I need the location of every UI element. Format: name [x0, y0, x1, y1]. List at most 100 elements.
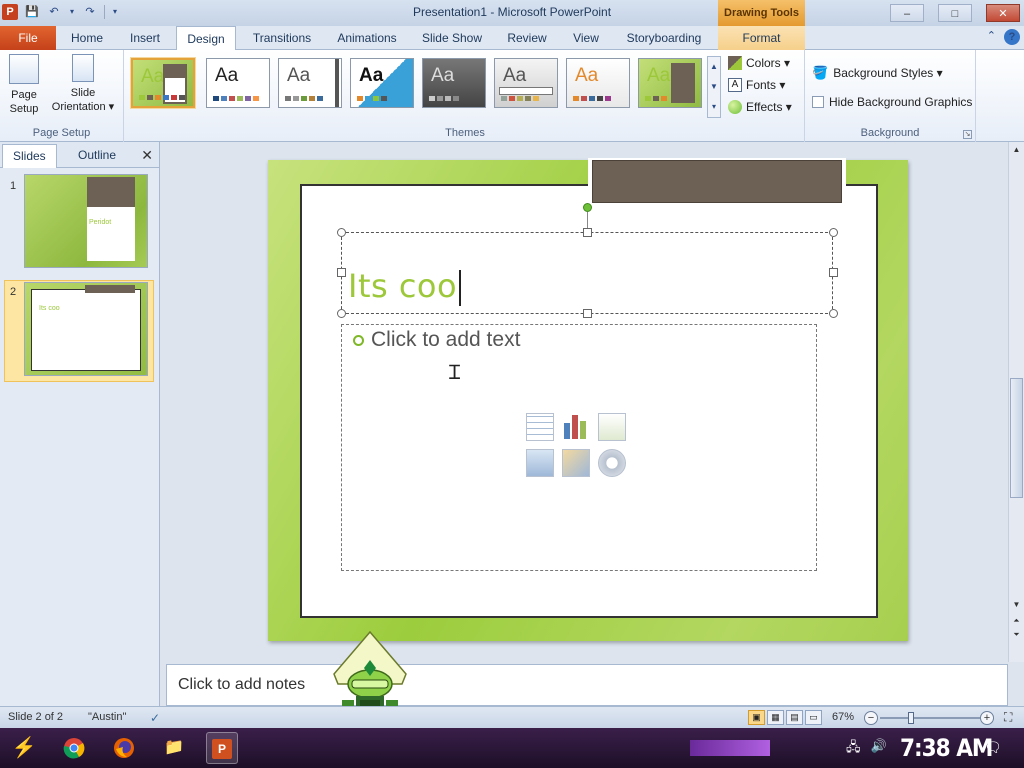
tab-slides[interactable]: Slides [2, 144, 57, 168]
tab-animations[interactable]: Animations [330, 26, 404, 50]
powerpoint-taskbar-icon[interactable]: P [206, 732, 238, 764]
maximize-button[interactable]: □ [938, 4, 972, 22]
tab-format[interactable]: Format [718, 26, 805, 50]
zoom-in-icon[interactable]: + [980, 711, 994, 725]
theme-office[interactable]: Aa [206, 58, 270, 108]
insert-table-icon[interactable] [526, 413, 554, 441]
tab-transitions[interactable]: Transitions [244, 26, 320, 50]
tab-outline[interactable]: Outline [68, 144, 126, 168]
slide-counter[interactable]: Slide 2 of 2 [8, 711, 63, 723]
bullet-icon [353, 335, 364, 346]
hide-background-graphics-checkbox[interactable]: Hide Background Graphics [812, 93, 972, 111]
resize-handle-bl[interactable] [337, 309, 346, 318]
resize-handle-r[interactable] [829, 268, 838, 277]
thumb1-caption: Peridot [89, 219, 112, 226]
tab-storyboarding[interactable]: Storyboarding [618, 26, 710, 50]
network-icon[interactable]: 🖧 [846, 738, 861, 760]
resize-handle-t[interactable] [583, 228, 592, 237]
spelling-check-icon[interactable]: ✓ [150, 711, 160, 725]
hide-bg-checkbox-box[interactable] [812, 96, 824, 108]
slide-show-icon[interactable]: ▭ [805, 710, 822, 725]
slide-title-text[interactable]: Its coo [348, 267, 462, 306]
minimize-ribbon-icon[interactable]: ⌃ [987, 29, 996, 45]
resize-handle-b[interactable] [583, 309, 592, 318]
tab-home[interactable]: Home [64, 26, 110, 50]
close-button[interactable]: ✕ [986, 4, 1020, 22]
tab-insert[interactable]: Insert [120, 26, 170, 50]
tab-review[interactable]: Review [500, 26, 554, 50]
file-explorer-icon[interactable]: 📁 [158, 732, 190, 764]
close-panel-icon[interactable]: ✕ [141, 147, 153, 164]
powerpoint-taskbar-letter: P [212, 739, 232, 759]
insert-clip-art-icon[interactable] [562, 449, 590, 477]
slide-number-1: 1 [10, 180, 17, 192]
effects-button[interactable]: Effects ▾ [728, 98, 792, 116]
themes-gallery-scroll[interactable]: ▲ ▼ ▾ [707, 56, 721, 118]
volume-icon[interactable]: 🔊 [871, 738, 887, 760]
tab-view[interactable]: View [562, 26, 610, 50]
theme-austin-alt[interactable]: Aa [638, 58, 702, 108]
notifications-icon[interactable]: 🗨 [984, 739, 1002, 756]
paint-bucket-icon: 🪣 [812, 65, 829, 80]
zoom-out-icon[interactable]: − [864, 711, 878, 725]
theme-austin[interactable]: Aa [131, 58, 195, 108]
scroll-thumb[interactable] [1010, 378, 1023, 498]
next-slide-icon[interactable]: ⏷ [1009, 628, 1024, 642]
zoom-slider[interactable] [880, 717, 980, 719]
scroll-up-icon[interactable]: ▲ [1009, 142, 1024, 158]
zoom-level[interactable]: 67% [832, 711, 854, 723]
clock[interactable]: 7:38 AM [900, 734, 993, 762]
insert-picture-icon[interactable] [526, 449, 554, 477]
theme-sample-label: Aa [431, 65, 455, 86]
theme-apex[interactable]: Aa [422, 58, 486, 108]
firefox-icon[interactable] [108, 732, 140, 764]
theme-angles[interactable]: Aa [350, 58, 414, 108]
thumb2-panel [31, 289, 141, 371]
slide-orientation-button[interactable]: Slide Orientation ▾ [46, 54, 120, 114]
system-tray: 🖧 🔊 [846, 738, 887, 760]
slide-thumbnail-1[interactable]: Peridot [24, 174, 148, 268]
help-icon[interactable]: ? [1004, 29, 1020, 45]
insert-chart-icon[interactable] [562, 413, 590, 441]
theme-name[interactable]: "Austin" [88, 711, 126, 723]
tab-file[interactable]: File [0, 26, 56, 50]
normal-view-icon[interactable]: ▣ [748, 710, 765, 725]
background-dialog-launcher[interactable]: ↘ [963, 130, 972, 139]
insert-smartart-icon[interactable] [598, 413, 626, 441]
effects-icon [728, 100, 742, 114]
scroll-down-icon[interactable]: ▼ [1009, 598, 1024, 612]
theme-aspect[interactable]: Aa [566, 58, 630, 108]
theme-adjacency[interactable]: Aa [278, 58, 342, 108]
notes-placeholder: Click to add notes [178, 676, 306, 693]
slide-sorter-icon[interactable]: ▦ [767, 710, 784, 725]
colors-button[interactable]: Colors ▾ [728, 54, 790, 72]
status-bar: Slide 2 of 2 "Austin" ✓ ▣ ▦ ▤ ▭ 67% − + … [0, 706, 1024, 728]
resize-handle-tl[interactable] [337, 228, 346, 237]
theme-sample-label: Aa [141, 66, 165, 87]
vertical-scrollbar[interactable]: ▲ ▼ ⏶ ⏷ [1008, 142, 1024, 662]
page-setup-label-2: Setup [9, 103, 39, 115]
start-button-icon[interactable]: ⚡ [8, 732, 40, 764]
page-setup-button[interactable]: Page Setup [6, 54, 42, 116]
rotate-handle[interactable] [583, 203, 592, 212]
fit-to-window-icon[interactable]: ⛶ [1004, 710, 1012, 725]
background-styles-button[interactable]: 🪣 Background Styles ▾ [812, 64, 943, 82]
insert-media-icon[interactable] [598, 449, 626, 477]
resize-handle-tr[interactable] [829, 228, 838, 237]
reading-view-icon[interactable]: ▤ [786, 710, 803, 725]
zoom-slider-knob[interactable] [908, 712, 914, 724]
chrome-icon[interactable] [58, 732, 90, 764]
tab-design[interactable]: Design [176, 26, 236, 51]
theme-apothecary[interactable]: Aa [494, 58, 558, 108]
resize-handle-br[interactable] [829, 309, 838, 318]
resize-handle-l[interactable] [337, 268, 346, 277]
theme-sample-label: Aa [287, 65, 311, 86]
slides-panel: Slides Outline ✕ 1 Peridot 2 Its coo [0, 142, 160, 706]
theme-swatches [573, 96, 611, 101]
previous-slide-icon[interactable]: ⏶ [1009, 614, 1024, 628]
fonts-button[interactable]: A Fonts ▾ [728, 76, 785, 94]
tab-slide-show[interactable]: Slide Show [414, 26, 490, 50]
slide-thumbnail-2[interactable]: Its coo [24, 282, 148, 376]
notes-pane[interactable]: Click to add notes [166, 664, 1008, 706]
minimize-button[interactable]: – [890, 4, 924, 22]
